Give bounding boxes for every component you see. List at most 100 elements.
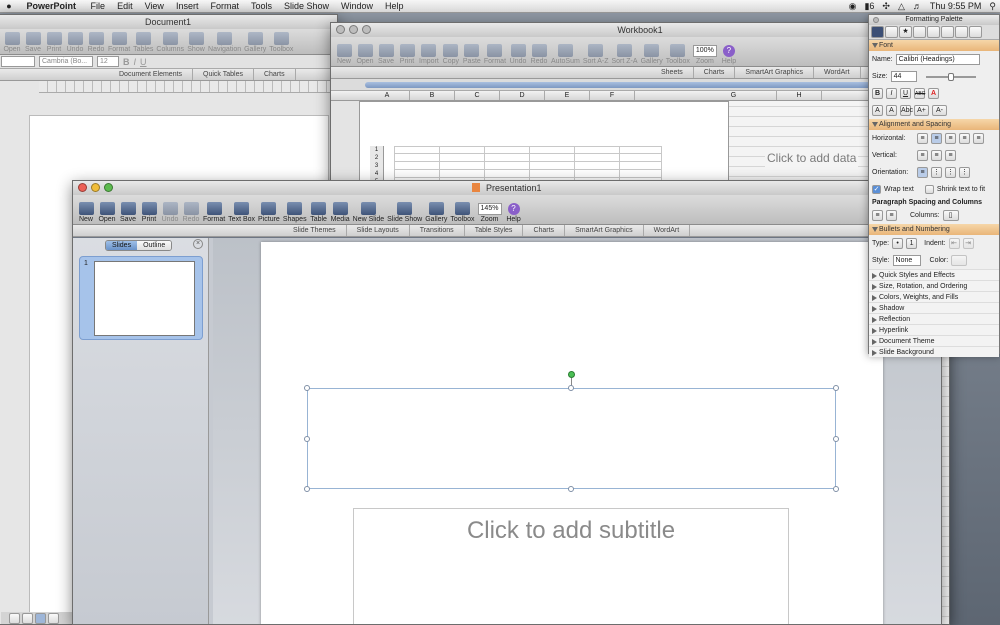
ppt-toolbar-undo-button[interactable]: Undo [161, 202, 179, 223]
wifi-icon[interactable]: △ [898, 0, 905, 13]
ppt-zoom-button[interactable] [104, 183, 113, 192]
word-toolbar-undo-button[interactable]: Undo [66, 32, 84, 53]
ppt-toolbar-format-button[interactable]: Format [203, 202, 225, 223]
excel-toolbar-new-button[interactable]: New [335, 44, 353, 65]
ribbon-tab-smartart-graphics[interactable]: SmartArt Graphics [735, 67, 814, 78]
handle-nw[interactable] [304, 385, 310, 391]
ribbon-tab-charts[interactable]: Charts [523, 225, 566, 236]
small-caps-button[interactable]: Abc [900, 105, 913, 116]
excel-toolbar-zoom-button[interactable]: 100% Zoom [692, 45, 717, 65]
excel-row-header[interactable]: 2 [370, 154, 383, 162]
ppt-toolbar-print-button[interactable]: Print [140, 202, 158, 223]
excel-column-header[interactable]: C [455, 91, 500, 100]
word-toolbar-toolbox-button[interactable]: Toolbox [269, 32, 293, 53]
ppt-toolbar-save-button[interactable]: Save [119, 202, 137, 223]
excel-row-header[interactable]: 1 [370, 146, 383, 154]
bullets-section-header[interactable]: Bullets and Numbering [869, 224, 999, 235]
handle-se[interactable] [833, 486, 839, 492]
excel-minimize-button[interactable] [349, 25, 358, 34]
palette-close-button[interactable] [873, 17, 879, 23]
font-size-slider[interactable] [925, 72, 976, 81]
word-font-field[interactable]: Cambria (Bo... [39, 56, 93, 67]
font-color-button[interactable]: A [928, 88, 939, 99]
ribbon-tab-wordart[interactable]: WordArt [814, 67, 861, 78]
excel-toolbar-autosum-button[interactable]: AutoSum [551, 44, 580, 65]
word-toolbar-print-button[interactable]: Print [45, 32, 63, 53]
apple-menu-icon[interactable]: ● [0, 0, 18, 13]
orient-stack-icon[interactable]: ⋮ [945, 167, 956, 178]
handle-s[interactable] [568, 486, 574, 492]
ppt-toolbar-shapes-button[interactable]: Shapes [283, 202, 307, 223]
slides-tab[interactable]: Slides [106, 241, 138, 250]
excel-toolbar-save-button[interactable]: Save [377, 44, 395, 65]
handle-e[interactable] [833, 436, 839, 442]
ribbon-tab-transitions[interactable]: Transitions [410, 225, 465, 236]
underline-button[interactable]: U [900, 88, 911, 99]
excel-toolbar-open-button[interactable]: Open [356, 44, 374, 65]
bold-button[interactable]: B [872, 88, 883, 99]
excel-toolbar-help-button[interactable]: ? Help [720, 45, 738, 65]
word-style-field[interactable] [1, 56, 35, 67]
bulleted-list-icon[interactable]: • [892, 238, 904, 249]
ppt-toolbar-new-slide-button[interactable]: New Slide [353, 202, 384, 223]
reference-icon[interactable] [941, 26, 954, 38]
menu-edit[interactable]: Edit [111, 0, 139, 13]
handle-sw[interactable] [304, 486, 310, 492]
word-toolbar-format-button[interactable]: Format [108, 32, 130, 53]
ppt-toolbar-redo-button[interactable]: Redo [182, 202, 200, 223]
italic-button[interactable]: I [886, 88, 897, 99]
spacing-before-icon[interactable]: ≡ [872, 210, 883, 221]
align-center-icon[interactable]: ≡ [931, 133, 942, 144]
menu-insert[interactable]: Insert [170, 0, 205, 13]
ribbon-tab-slide-layouts[interactable]: Slide Layouts [347, 225, 410, 236]
section-hyperlink[interactable]: Hyperlink [869, 324, 999, 335]
slider-knob[interactable] [947, 72, 954, 81]
excel-toolbar-redo-button[interactable]: Redo [530, 44, 548, 65]
view-focus-button[interactable] [48, 612, 59, 624]
orient-rotate-icon[interactable]: ⋮ [931, 167, 942, 178]
section-reflection[interactable]: Reflection [869, 313, 999, 324]
ppt-toolbar-table-button[interactable]: Table [310, 202, 328, 223]
bold-icon[interactable]: B [123, 57, 130, 67]
rotate-handle[interactable] [568, 371, 575, 378]
object-palette-icon[interactable] [885, 26, 898, 38]
volume-icon[interactable]: ♬ [913, 0, 922, 13]
excel-toolbar-sort-a-z-button[interactable]: Sort A-Z [583, 44, 609, 65]
excel-toolbar-sort-z-a-button[interactable]: Sort Z-A [612, 44, 638, 65]
ribbon-tab-charts[interactable]: Charts [254, 69, 296, 80]
ppt-close-button[interactable] [78, 183, 87, 192]
excel-toolbar-gallery-button[interactable]: Gallery [641, 44, 663, 65]
align-left-icon[interactable]: ≡ [917, 133, 928, 144]
handle-n[interactable] [568, 385, 574, 391]
ppt-toolbar-picture-button[interactable]: Picture [258, 202, 280, 223]
valign-middle-icon[interactable]: ≡ [931, 150, 942, 161]
word-toolbar-gallery-button[interactable]: Gallery [244, 32, 266, 53]
section-document-theme[interactable]: Document Theme [869, 335, 999, 346]
ppt-toolbar-help-button[interactable]: ? Help [505, 203, 523, 223]
clock[interactable]: Thu 9:55 PM [930, 0, 982, 13]
word-toolbar-columns-button[interactable]: Columns [156, 32, 184, 53]
menu-file[interactable]: File [85, 0, 112, 13]
ribbon-tab-table-styles[interactable]: Table Styles [465, 225, 524, 236]
section-size-rotation-and-ordering[interactable]: Size, Rotation, and Ordering [869, 280, 999, 291]
ppt-toolbar-toolbox-button[interactable]: Toolbox [450, 202, 475, 223]
excel-toolbar-copy-button[interactable]: Copy [442, 44, 460, 65]
orient-horizontal-icon[interactable]: ≡ [917, 167, 928, 178]
strikethrough-button[interactable]: ABC [914, 88, 925, 99]
formatting-tab-icon[interactable] [871, 26, 884, 38]
star-icon[interactable]: ★ [899, 26, 912, 38]
numbered-list-icon[interactable]: 1 [906, 238, 918, 249]
outline-tab[interactable]: Outline [137, 241, 172, 250]
section-slide-background[interactable]: Slide Background [869, 346, 999, 357]
media-icon[interactable] [913, 26, 926, 38]
increase-indent-icon[interactable]: ⇥ [962, 238, 974, 249]
excel-close-button[interactable] [336, 25, 345, 34]
subtitle-placeholder[interactable]: Click to add subtitle [353, 508, 789, 624]
menu-format[interactable]: Format [204, 0, 245, 13]
align-justify-icon[interactable]: ≡ [959, 133, 970, 144]
zoom-field[interactable]: 100% [692, 45, 717, 57]
word-toolbar-show-button[interactable]: Show [187, 32, 205, 53]
excel-placeholder[interactable]: Click to add data [765, 149, 859, 167]
paragraph-section-header[interactable]: Paragraph Spacing and Columns [869, 198, 999, 207]
view-outline-button[interactable] [22, 612, 33, 624]
